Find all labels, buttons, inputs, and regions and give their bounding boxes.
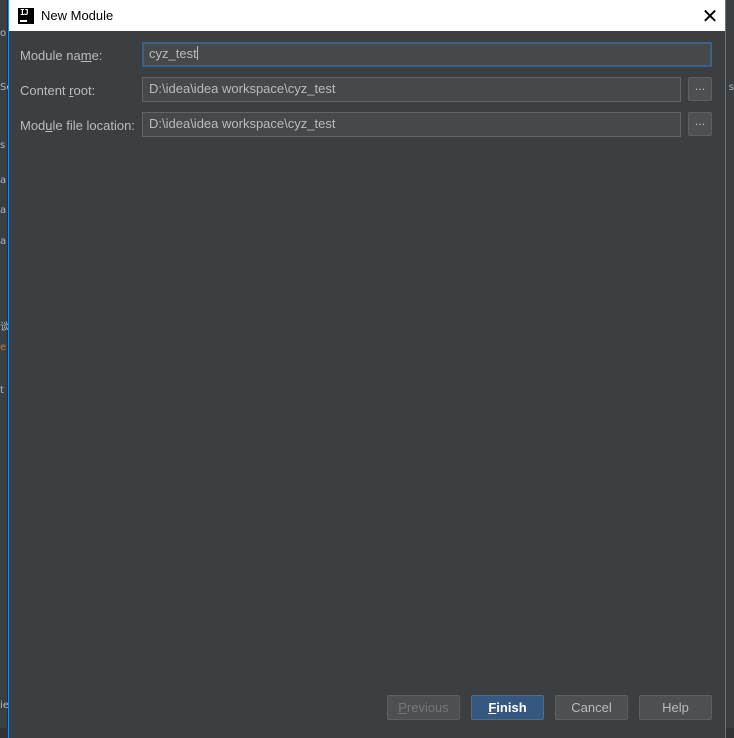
- title-bar[interactable]: IJ New Module ✕: [9, 0, 725, 31]
- background-ide-left-strip: o Sc s a a a 谈 e t ie: [0, 0, 12, 738]
- background-text: o: [0, 28, 7, 39]
- intellij-app-icon: IJ: [18, 7, 34, 24]
- module-file-location-value: D:\idea\idea workspace\cyz_test: [149, 116, 336, 131]
- help-button-label: Help: [662, 700, 689, 715]
- content-root-input[interactable]: D:\idea\idea workspace\cyz_test: [142, 77, 681, 102]
- previous-button-label: Previous: [398, 700, 449, 715]
- text-caret: [196, 46, 198, 60]
- module-name-label: Module name:: [20, 48, 103, 63]
- module-file-location-input[interactable]: D:\idea\idea workspace\cyz_test: [142, 112, 681, 137]
- background-text: s: [0, 140, 6, 151]
- background-ide-right-strip: s: [726, 0, 734, 738]
- background-text: e: [0, 342, 7, 353]
- background-text: a: [0, 236, 7, 247]
- finish-button-label: Finish: [488, 700, 527, 715]
- module-file-location-browse-button[interactable]: ...: [688, 112, 712, 136]
- module-name-value: cyz_test: [149, 46, 197, 61]
- module-name-row: Module name: cyz_test: [9, 42, 725, 68]
- background-text: a: [0, 205, 7, 216]
- close-icon: ✕: [701, 3, 719, 28]
- content-root-browse-button[interactable]: ...: [688, 77, 712, 101]
- cancel-button-label: Cancel: [571, 700, 612, 715]
- help-button[interactable]: Help: [639, 695, 712, 720]
- background-text: t: [0, 385, 4, 396]
- close-button[interactable]: ✕: [695, 0, 725, 31]
- background-text: a: [0, 175, 7, 186]
- new-module-dialog: IJ New Module ✕ Module name: cyz_test Co…: [8, 0, 726, 738]
- module-name-input[interactable]: cyz_test: [142, 42, 712, 67]
- dialog-title: New Module: [41, 8, 114, 23]
- content-root-label: Content root:: [20, 83, 96, 98]
- cancel-button[interactable]: Cancel: [555, 695, 628, 720]
- content-root-value: D:\idea\idea workspace\cyz_test: [149, 81, 336, 96]
- previous-button[interactable]: Previous: [387, 695, 460, 720]
- background-text: s: [728, 82, 734, 93]
- module-file-location-label: Module file location:: [20, 118, 135, 133]
- module-file-location-row: Module file location: D:\idea\idea works…: [9, 112, 725, 138]
- finish-button[interactable]: Finish: [471, 695, 544, 720]
- content-root-row: Content root: D:\idea\idea workspace\cyz…: [9, 77, 725, 103]
